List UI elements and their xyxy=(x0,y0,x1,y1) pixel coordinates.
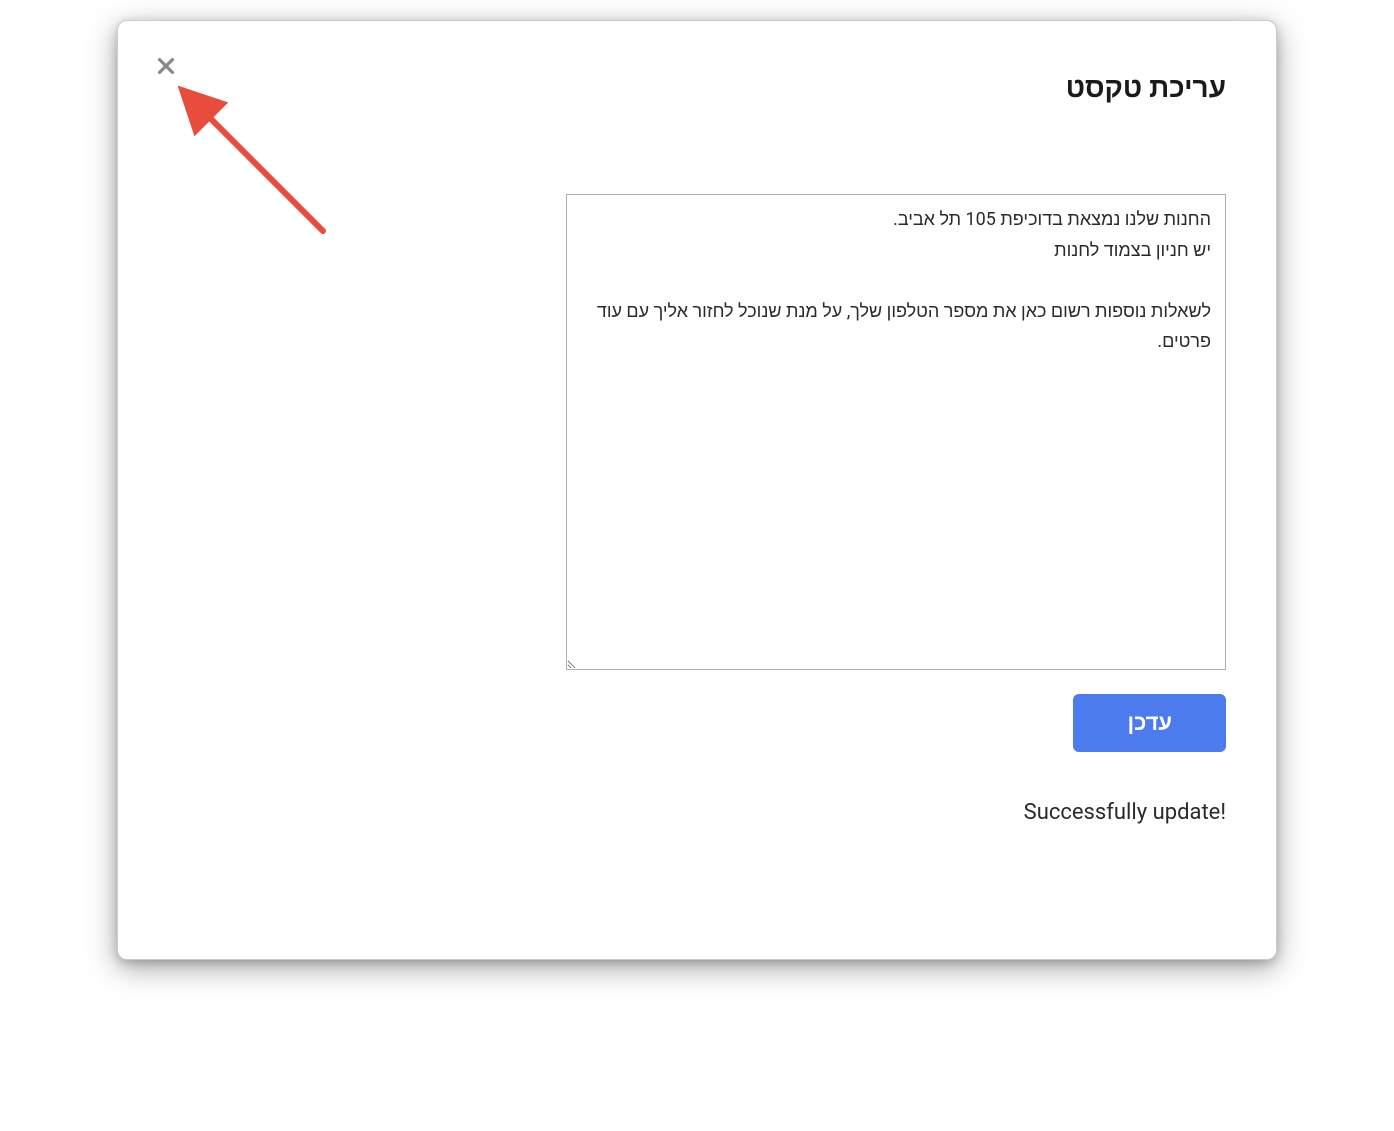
status-row: Successfully update! xyxy=(168,800,1226,825)
edit-text-modal: עריכת טקסט עדכן Successfully update! xyxy=(117,20,1277,960)
update-button[interactable]: עדכן xyxy=(1073,694,1226,752)
status-message: Successfully update! xyxy=(1024,800,1226,825)
modal-title: עריכת טקסט xyxy=(168,71,1226,104)
close-button[interactable] xyxy=(151,53,181,83)
close-icon xyxy=(155,55,177,81)
text-content-input[interactable] xyxy=(566,194,1226,670)
textarea-container xyxy=(168,194,1226,670)
button-row: עדכן xyxy=(168,694,1226,752)
